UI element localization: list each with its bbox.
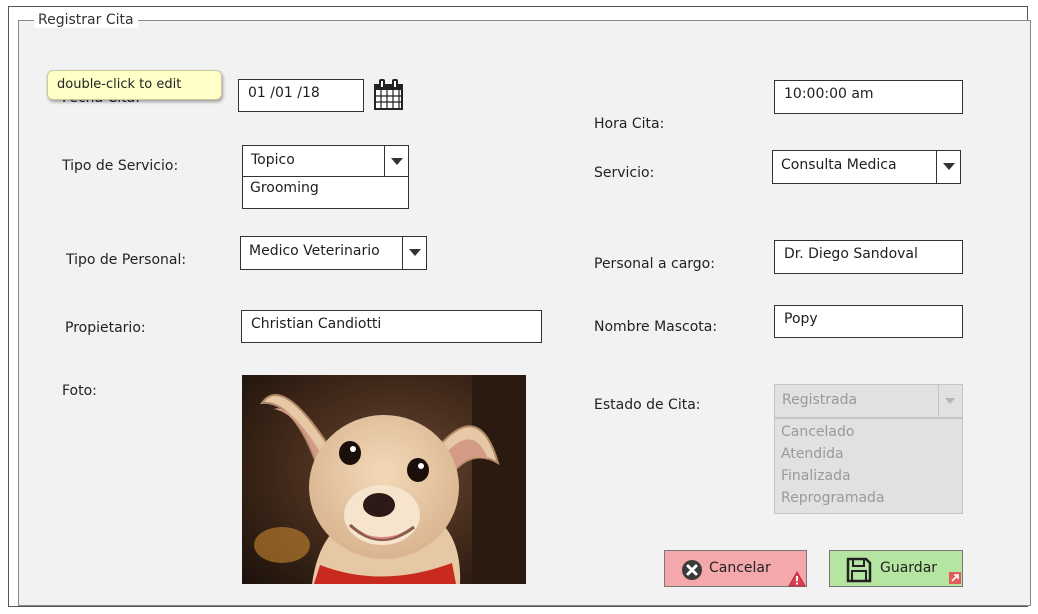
cancel-icon	[682, 560, 702, 580]
hora-label: Hora Cita:	[594, 116, 665, 132]
tipo-servicio-select[interactable]: Topico	[242, 145, 409, 177]
pet-photo	[242, 375, 526, 584]
warning-icon	[788, 571, 806, 587]
estado-dropdown: Cancelado Atendida Finalizada Reprograma…	[774, 418, 963, 514]
foto-label: Foto:	[62, 383, 97, 399]
edit-tooltip: double-click to edit	[47, 70, 222, 100]
personal-cargo-label: Personal a cargo:	[594, 256, 715, 272]
propietario-label: Propietario:	[65, 320, 146, 336]
servicio-label: Servicio:	[594, 165, 655, 181]
tipo-personal-select[interactable]: Medico Veterinario	[240, 236, 427, 270]
propietario-input[interactable]: Christian Candiotti	[241, 310, 542, 343]
cancel-button[interactable]: Cancelar	[664, 550, 807, 587]
corner-link-icon	[949, 572, 961, 584]
mascota-input[interactable]: Popy	[774, 305, 963, 338]
estado-option: Finalizada	[781, 468, 851, 484]
chevron-down-icon	[938, 385, 962, 417]
tipo-servicio-dropdown: Grooming	[242, 176, 409, 209]
tipo-servicio-option[interactable]: Grooming	[243, 177, 408, 199]
tipo-personal-label: Tipo de Personal:	[66, 252, 187, 268]
estado-option: Atendida	[781, 446, 844, 462]
chevron-down-icon[interactable]	[936, 151, 960, 183]
mascota-label: Nombre Mascota:	[594, 319, 718, 335]
cancel-button-label: Cancelar	[709, 560, 771, 576]
tipo-servicio-value: Topico	[251, 152, 295, 168]
save-icon	[846, 557, 872, 583]
tipo-servicio-label: Tipo de Servicio:	[62, 158, 179, 174]
tipo-personal-value: Medico Veterinario	[249, 243, 380, 259]
save-button[interactable]: Guardar	[829, 550, 963, 587]
fieldset-legend: Registrar Cita	[34, 12, 138, 28]
save-button-label: Guardar	[880, 560, 938, 576]
estado-option: Reprogramada	[781, 490, 885, 506]
estado-option: Cancelado	[781, 424, 855, 440]
estado-select: Registrada	[774, 384, 963, 418]
chevron-down-icon[interactable]	[402, 237, 426, 269]
fecha-input[interactable]: 01 /01 /18	[238, 79, 364, 112]
estado-label: Estado de Cita:	[594, 397, 701, 413]
estado-value: Registrada	[782, 392, 858, 408]
servicio-select[interactable]: Consulta Medica	[772, 150, 961, 184]
personal-cargo-input[interactable]: Dr. Diego Sandoval	[774, 240, 963, 274]
chevron-down-icon[interactable]	[384, 146, 408, 176]
calendar-icon[interactable]	[372, 79, 406, 111]
servicio-value: Consulta Medica	[781, 157, 897, 173]
hora-input[interactable]: 10:00:00 am	[774, 80, 963, 114]
